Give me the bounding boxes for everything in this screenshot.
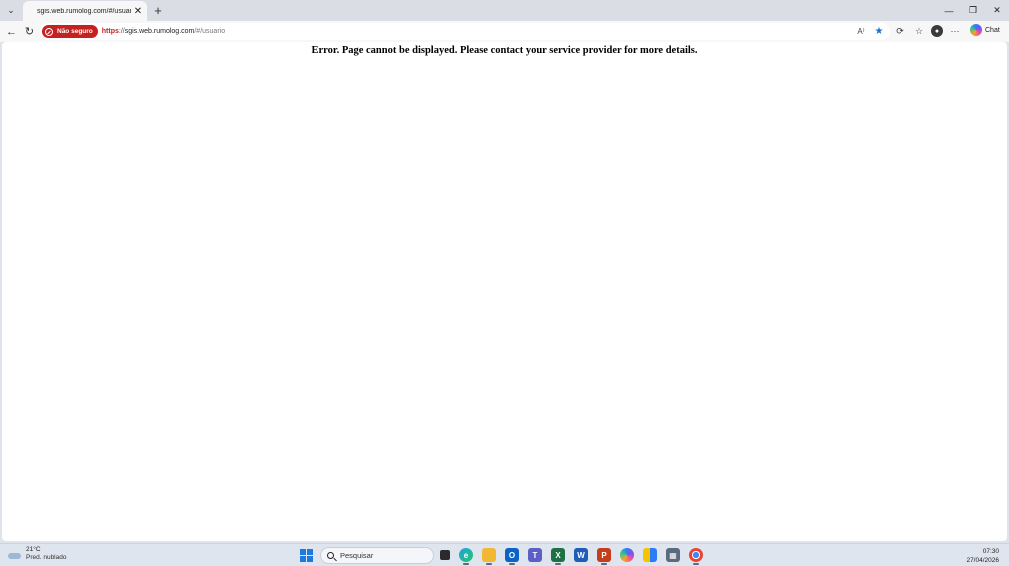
file-manager-icon[interactable] [643, 548, 657, 562]
excel-icon[interactable]: X [551, 548, 565, 565]
back-button[interactable]: ← [4, 24, 19, 39]
tab-bar: ⌄ sgis.web.rumolog.com/#/usuario ✕ + — ❐… [0, 0, 1009, 21]
taskbar-apps: e O T X W P ▦ [440, 548, 703, 565]
url-path: /#/usuario [194, 28, 226, 35]
window-controls: — ❐ ✕ [937, 0, 1009, 21]
outlook-icon[interactable]: O [505, 548, 519, 565]
page-viewport: Error. Page cannot be displayed. Please … [2, 42, 1007, 541]
omnibox-actions: A⁾ ★ [854, 24, 886, 38]
weather-condition: Pred. nublado [26, 554, 67, 561]
teams-icon[interactable]: T [528, 548, 542, 562]
profile-avatar[interactable]: ● [931, 25, 943, 37]
powerpoint-icon[interactable]: P [597, 548, 611, 565]
not-secure-label: Não seguro [57, 28, 93, 35]
warning-icon [45, 27, 53, 36]
address-bar[interactable]: Não seguro https://sgis.web.rumolog.com/… [40, 23, 890, 40]
favorite-star-icon[interactable]: ★ [872, 24, 886, 38]
error-message: Error. Page cannot be displayed. Please … [311, 45, 698, 56]
restore-button[interactable]: ❐ [961, 0, 985, 21]
weather-cloud-icon [8, 548, 22, 560]
edge-icon[interactable]: e [459, 548, 473, 565]
not-secure-badge[interactable]: Não seguro [42, 25, 98, 38]
copilot-chat-button[interactable]: Chat [970, 24, 1000, 36]
taskbar: 21°C Pred. nublado Pesquisar e O T X W P… [0, 543, 1009, 566]
word-icon[interactable]: W [574, 548, 588, 562]
copilot-icon [970, 24, 982, 36]
weather-temperature: 21°C [26, 546, 41, 553]
calculator-icon[interactable]: ▦ [666, 548, 680, 562]
windows-logo-icon [300, 549, 306, 555]
task-view-icon[interactable] [440, 550, 450, 560]
search-placeholder: Pesquisar [340, 551, 374, 560]
copilot-app-icon[interactable] [620, 548, 634, 562]
toolbar-icons: ⟳ ☆ ● ··· [893, 24, 962, 38]
file-explorer-icon[interactable] [482, 548, 496, 565]
close-icon[interactable]: ✕ [131, 4, 145, 18]
system-clock[interactable]: 07:30 27/04/2026 [966, 547, 999, 565]
weather-widget[interactable]: 21°C Pred. nublado [8, 546, 66, 562]
windows-logo-pane [300, 556, 306, 562]
minimize-button[interactable]: — [937, 0, 961, 21]
new-tab-button[interactable]: + [151, 3, 165, 18]
clock-time: 07:30 [982, 548, 999, 555]
close-window-button[interactable]: ✕ [985, 0, 1009, 21]
url-scheme: https [101, 28, 119, 35]
read-aloud-icon[interactable]: A⁾ [854, 24, 868, 38]
browser-window: ⌄ sgis.web.rumolog.com/#/usuario ✕ + — ❐… [0, 0, 1009, 566]
url-host: sgis.web.rumolog.com [124, 28, 195, 35]
tab-title: sgis.web.rumolog.com/#/usuario [37, 7, 131, 15]
chrome-icon[interactable] [689, 548, 703, 565]
weather-text: 21°C Pred. nublado [26, 546, 66, 562]
taskbar-search[interactable]: Pesquisar [320, 547, 434, 564]
start-button[interactable] [300, 549, 313, 562]
favorites-icon[interactable]: ☆ [912, 24, 926, 38]
copilot-label: Chat [985, 26, 1000, 34]
browser-toolbar: ← ↻ Não seguro https://sgis.web.rumolog.… [0, 21, 1009, 42]
tab-list-button[interactable]: ⌄ [4, 3, 18, 17]
windows-logo-pane [307, 556, 313, 562]
clock-date: 27/04/2026 [966, 557, 999, 564]
extensions-icon[interactable]: ⟳ [893, 24, 907, 38]
refresh-button[interactable]: ↻ [22, 24, 37, 39]
more-options-icon[interactable]: ··· [948, 24, 962, 38]
url-text[interactable]: https://sgis.web.rumolog.com/#/usuario [102, 28, 225, 35]
tab-active[interactable]: sgis.web.rumolog.com/#/usuario ✕ [23, 1, 147, 21]
windows-logo-pane [307, 549, 313, 555]
search-icon [327, 552, 334, 559]
